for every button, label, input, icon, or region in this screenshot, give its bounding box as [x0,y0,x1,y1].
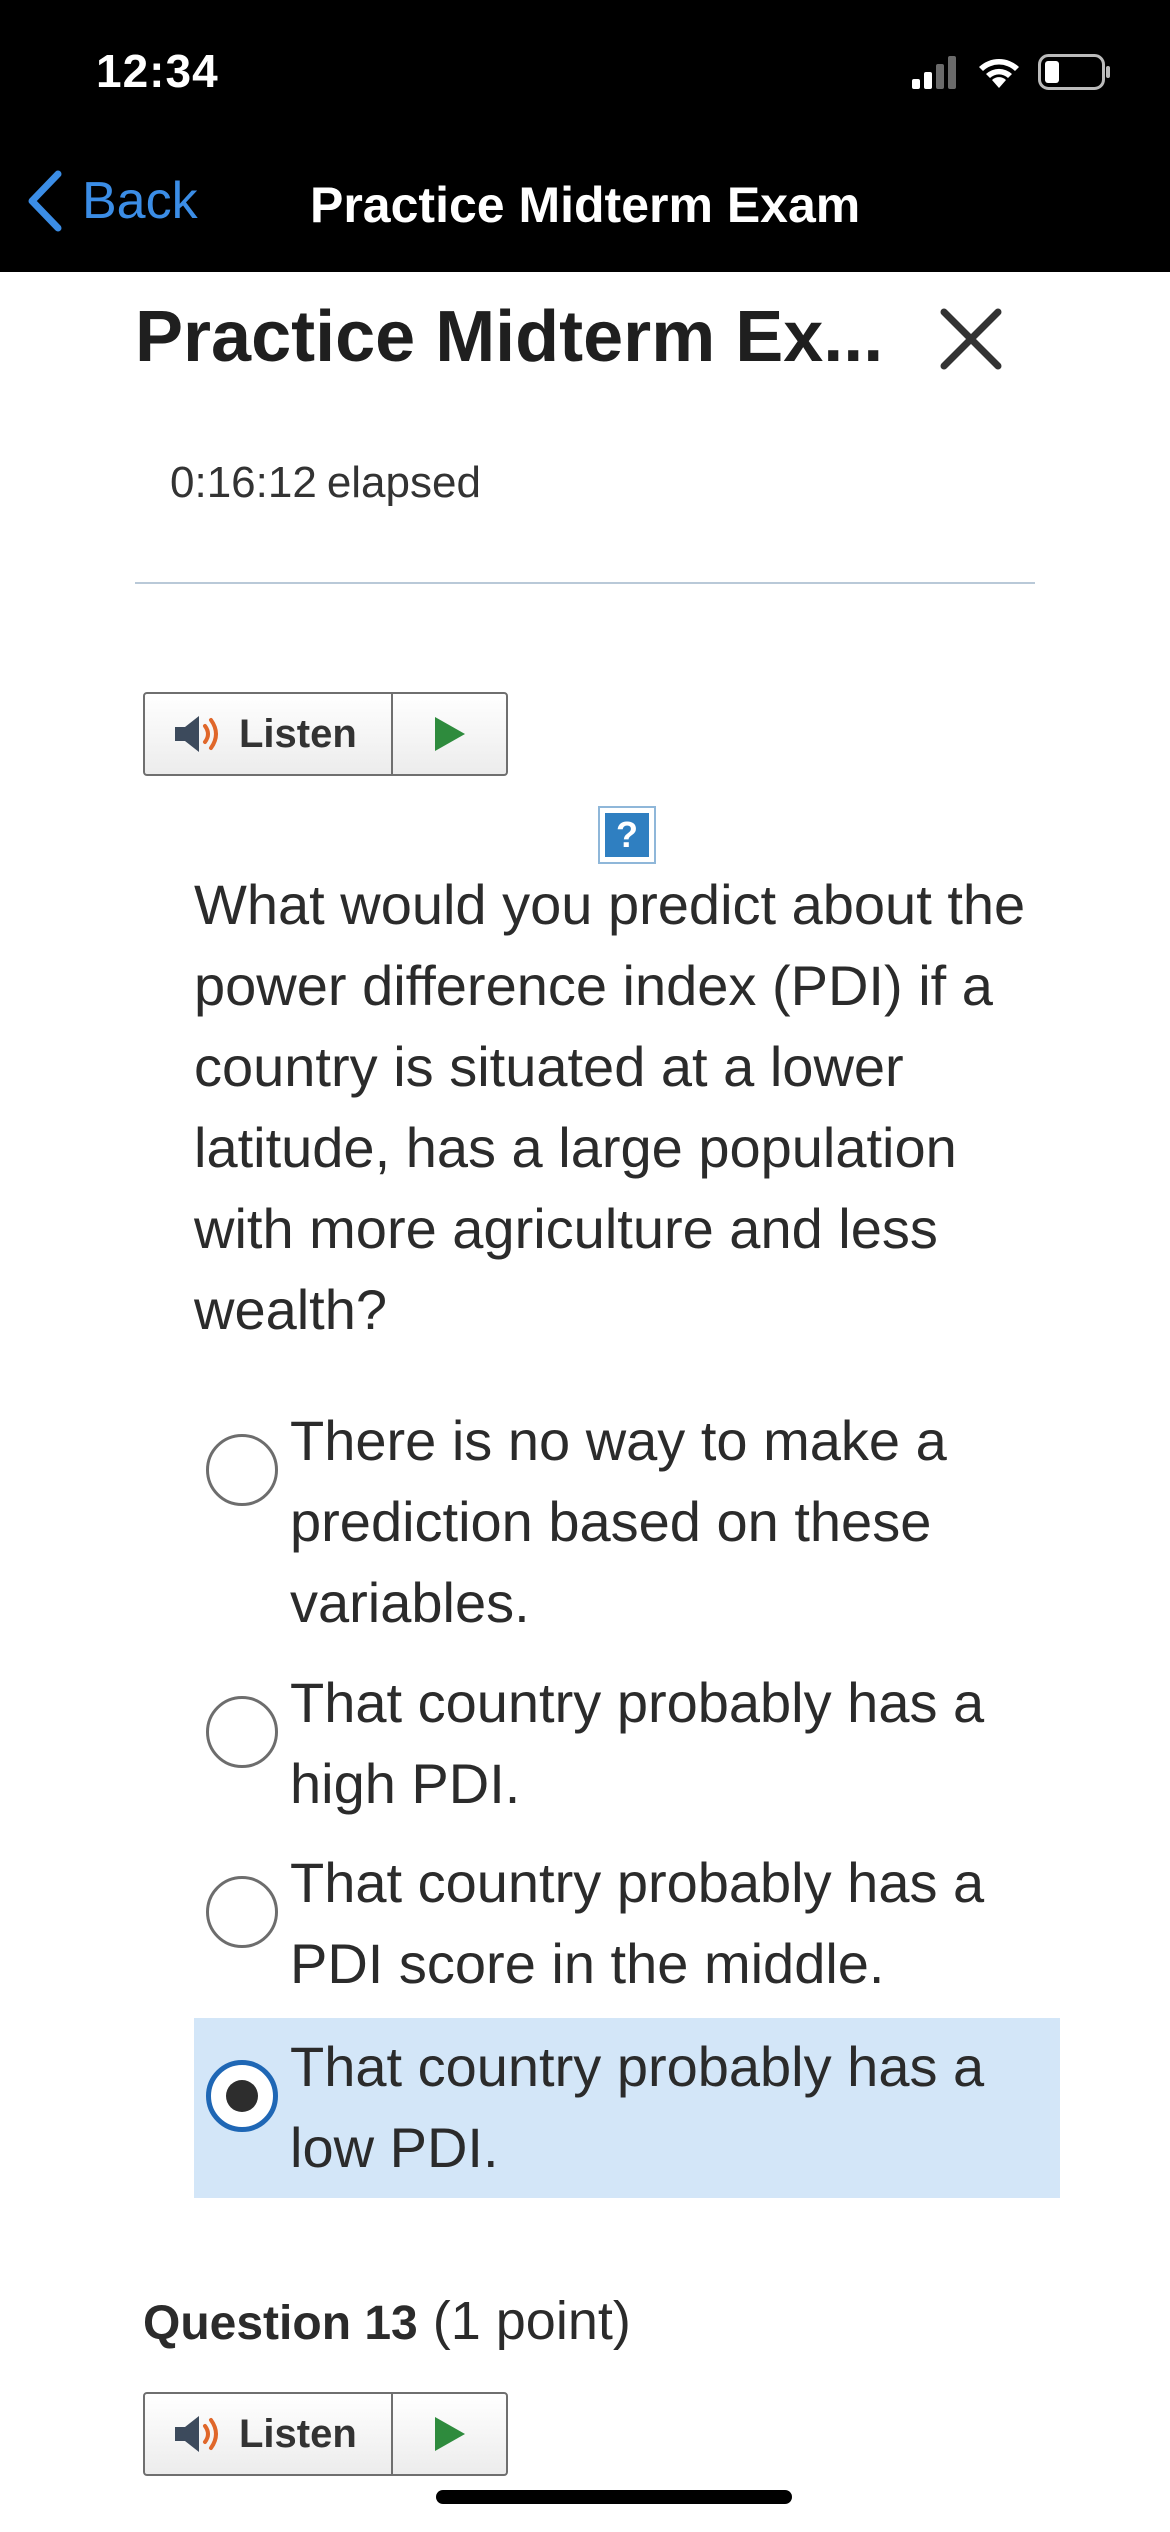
answer-option-selected[interactable]: That country probably has a low PDI. [194,2018,1060,2198]
question-text: What would you predict about the power d… [194,873,1026,1341]
battery-icon [1038,54,1110,90]
question-number: Question 13 [143,2297,418,2350]
home-indicator[interactable] [436,2490,792,2504]
nav-title: Practice Midterm Exam [310,177,861,233]
close-icon [940,308,1002,370]
header-divider [135,582,1035,584]
wifi-icon [979,59,1019,88]
exam-title: Practice Midterm Ex... [135,297,884,377]
back-button[interactable]: Back [24,170,198,232]
elapsed-label: elapsed [326,458,481,507]
question-13-header: Question 13 (1 point) [143,2290,631,2352]
listen-button[interactable]: Listen [145,694,393,774]
option-label: That country probably has a low PDI. [290,2035,985,2179]
play-icon [434,717,465,751]
elapsed-time: 0:16:12 [170,458,317,507]
listen-widget: Listen [143,2392,508,2476]
help-glyph: ? [605,813,649,857]
status-icons [910,52,1112,92]
answer-option[interactable]: That country probably has a PDI score in… [194,1842,1060,2004]
play-button[interactable] [393,694,506,774]
option-label: There is no way to make a prediction bas… [290,1409,947,1634]
top-bar: 12:34 Back Practice Midterm Exam [0,0,1170,272]
listen-widget: Listen [143,692,508,776]
answer-option[interactable]: There is no way to make a prediction bas… [194,1400,1060,1644]
speaker-icon [175,2416,218,2452]
option-label: That country probably has a PDI score in… [290,1851,985,1995]
play-button[interactable] [393,2394,506,2474]
listen-label: Listen [239,711,357,756]
back-chevron-icon [28,170,62,232]
back-label: Back [82,172,198,230]
status-time: 12:34 [96,45,219,97]
signal-icon [912,56,956,89]
radio-button[interactable] [206,1434,278,1506]
question-points: (1 point) [432,2291,631,2351]
radio-button[interactable] [206,1876,278,1948]
speaker-icon [175,716,218,752]
elapsed-timer: 0:16:12 elapsed [170,458,481,508]
help-icon[interactable]: ? [598,806,656,864]
close-button[interactable] [936,304,1006,374]
listen-button[interactable]: Listen [145,2394,393,2474]
play-icon [434,2417,465,2451]
listen-label: Listen [239,2411,357,2456]
option-label: That country probably has a high PDI. [290,1671,985,1815]
radio-button[interactable] [206,1696,278,1768]
radio-button-checked[interactable] [206,2060,278,2132]
answer-option[interactable]: That country probably has a high PDI. [194,1662,1060,1824]
